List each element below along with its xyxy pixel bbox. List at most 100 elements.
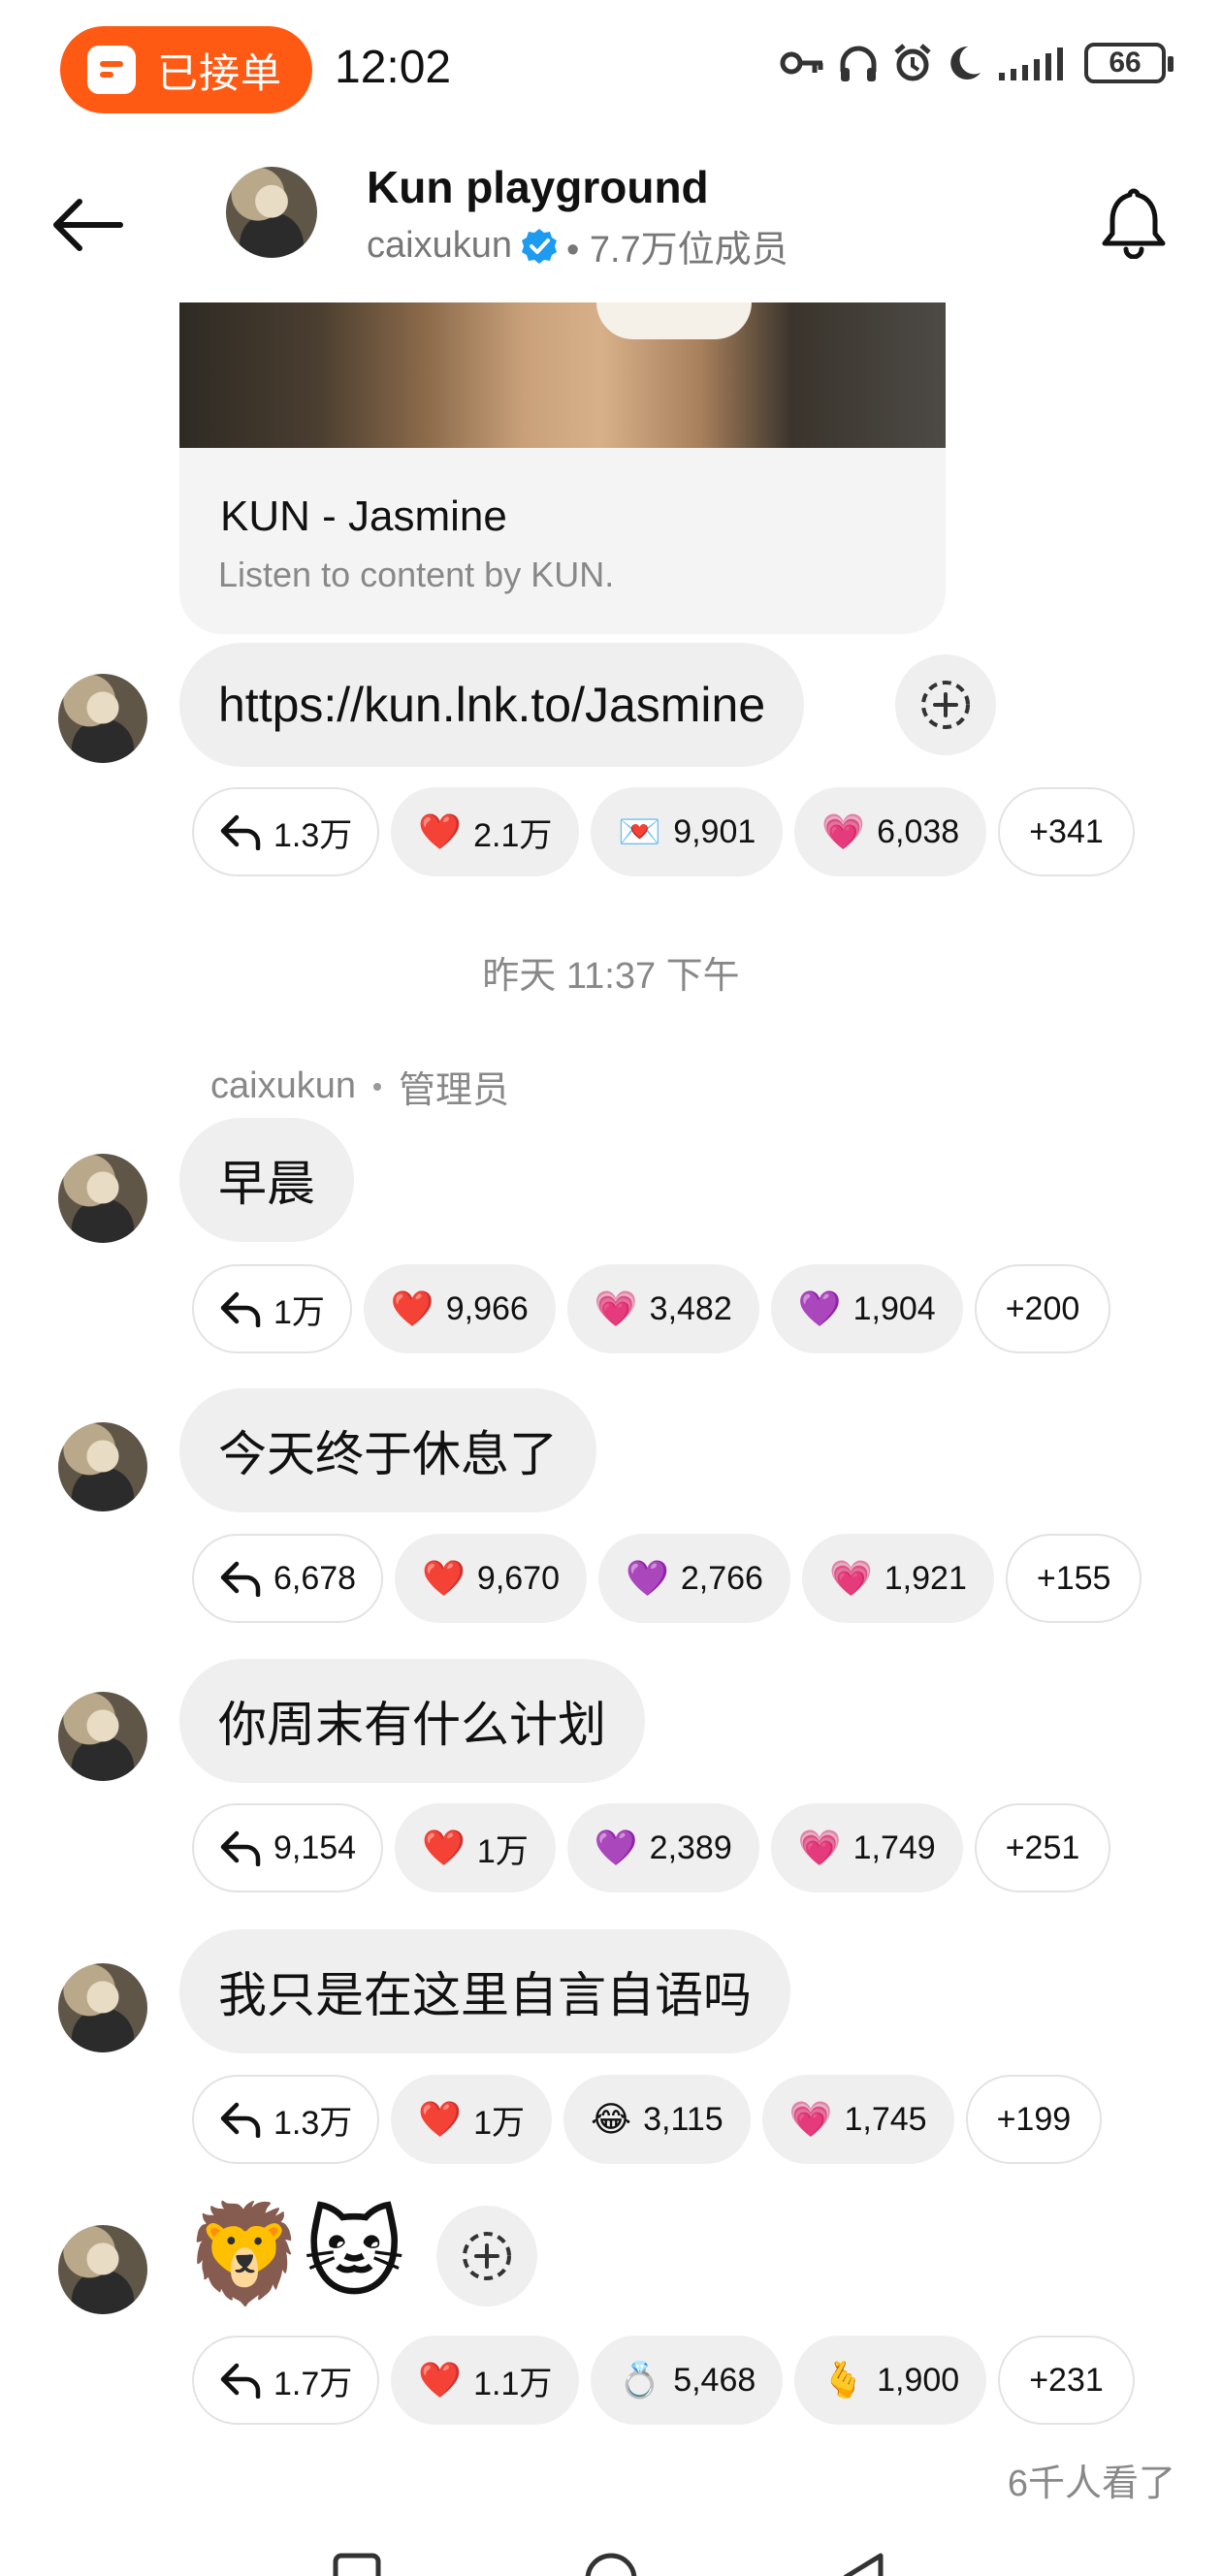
key-icon [780,51,823,75]
reply-count: 6,678 [273,1559,357,1597]
reaction-chip[interactable]: 💍 5,468 [591,2336,784,2425]
channel-subtitle: caixukun • 7.7万位成员 [367,219,788,272]
reply-icon [220,2102,261,2138]
laughing-emoji-icon: 😂 [591,2099,632,2139]
more-reactions-chip[interactable]: +231 [998,2336,1135,2425]
reaction-count: 1.1万 [473,2365,553,2402]
reply-count: 9,154 [273,1829,357,1866]
reaction-chip[interactable]: 💌 9,901 [591,787,784,876]
sender-name[interactable]: caixukun [210,1065,356,1107]
message-bubble[interactable]: 你周末有什么计划 [179,1659,645,1783]
separator-dot [372,1082,381,1091]
order-status-label: 已接单 [157,49,283,96]
back-button[interactable] [47,184,128,266]
sender-avatar[interactable] [58,1154,147,1243]
add-reaction-button[interactable] [895,654,996,755]
more-reactions-chip[interactable]: +200 [974,1264,1111,1353]
more-reactions-chip[interactable]: +341 [998,787,1135,876]
reaction-chip[interactable]: 😂 3,115 [563,2075,751,2164]
add-reaction-icon [921,681,970,729]
battery-icon: 66 [1084,43,1174,83]
reaction-chip[interactable]: ❤️ 1万 [391,2075,553,2164]
arrow-left-icon [53,199,123,251]
reaction-chip[interactable]: 💗 6,038 [794,787,987,876]
status-bar: 已接单 12:02 66 [0,0,1222,141]
home-icon[interactable] [582,2550,640,2576]
preview-title: KUN - Jasmine [220,493,507,540]
message-bubble[interactable]: 早晨 [179,1118,354,1242]
finger-heart-emoji-icon: 🫰 [821,2360,866,2400]
pink-heart-emoji-icon: 💗 [828,1558,873,1598]
reply-count-chip[interactable]: 1.3万 [192,787,380,876]
purple-heart-emoji-icon: 💜 [594,1828,638,1867]
reaction-chip[interactable]: 💜 1,904 [770,1264,963,1353]
chat-header: Kun playground caixukun • 7.7万位成员 [0,155,1222,301]
status-icons: 66 [780,43,1174,83]
reaction-count: 9,901 [673,812,756,850]
reaction-chip[interactable]: ❤️ 9,670 [395,1534,588,1623]
reaction-chip[interactable]: 💜 2,389 [566,1803,759,1892]
reply-count: 1万 [273,1293,325,1331]
reaction-chip[interactable]: 💜 2,766 [598,1534,790,1623]
reply-count: 1.7万 [273,2365,353,2402]
reaction-chip[interactable]: ❤️ 2.1万 [391,787,580,876]
order-status-pill[interactable]: 已接单 [60,26,312,113]
reply-count-chip[interactable]: 1.7万 [192,2336,380,2425]
reply-count-chip[interactable]: 6,678 [192,1534,384,1623]
reaction-count: 2,389 [649,1829,732,1866]
link-preview-card[interactable]: KUN - Jasmine Listen to content by KUN. [179,302,946,634]
reaction-chip[interactable]: 💗 1,921 [801,1534,994,1623]
reaction-count: 2.1万 [473,816,553,854]
add-reaction-button[interactable] [436,2206,537,2306]
more-reactions-chip[interactable]: +199 [965,2075,1103,2164]
reaction-count: 1,900 [877,2361,960,2399]
heart-emoji-icon: ❤️ [418,2360,463,2400]
channel-title[interactable]: Kun playground [367,161,709,213]
reply-count-chip[interactable]: 1万 [192,1264,352,1353]
message-bubble[interactable]: 今天终于休息了 [179,1388,596,1512]
reply-icon [220,1830,261,1866]
reaction-chip[interactable]: ❤️ 1.1万 [391,2336,580,2425]
reaction-chip[interactable]: 🫰 1,900 [794,2336,987,2425]
order-app-icon [87,46,136,94]
pink-heart-emoji-icon: 💗 [594,1288,638,1328]
recent-apps-icon[interactable] [330,2550,384,2576]
channel-avatar[interactable] [226,167,317,258]
reaction-chip[interactable]: 💗 3,482 [566,1264,759,1353]
pink-heart-emoji-icon: 💗 [797,1828,842,1867]
sender-avatar[interactable] [58,674,147,763]
sender-avatar[interactable] [58,1692,147,1781]
heart-emoji-icon: ❤️ [418,2099,463,2139]
reaction-chip[interactable]: ❤️ 9,966 [363,1264,556,1353]
alarm-icon [894,44,931,81]
signal-icon [999,48,1063,80]
cat-emoji-icon[interactable]: 🐱 [304,2206,404,2303]
more-reactions-chip[interactable]: +251 [974,1803,1111,1892]
reaction-chip[interactable]: 💗 1,749 [770,1803,963,1892]
reply-count-chip[interactable]: 9,154 [192,1803,384,1892]
reaction-count: 1万 [476,1832,529,1870]
reaction-row: 1.3万 ❤️ 1万 😂 3,115 💗 1,745 +199 [192,2075,1103,2164]
message-bubble[interactable]: 我只是在这里自言自语吗 [179,1929,790,2053]
sender-avatar[interactable] [58,1963,147,2052]
reply-icon [220,2363,261,2399]
heart-emoji-icon: ❤️ [422,1828,466,1867]
sender-avatar[interactable] [58,2225,147,2314]
ring-emoji-icon: 💍 [618,2360,662,2400]
more-reactions-chip[interactable]: +155 [1005,1534,1142,1623]
lion-emoji-icon[interactable]: 🦁 [184,2206,306,2303]
sender-avatar[interactable] [58,1422,147,1511]
notification-bell-button[interactable] [1090,178,1177,266]
bell-icon [1102,188,1166,259]
reaction-chip[interactable]: 💗 1,745 [761,2075,954,2164]
reply-count-chip[interactable]: 1.3万 [192,2075,380,2164]
add-reaction-icon [463,2232,511,2280]
reaction-count: 1,745 [844,2100,927,2138]
heart-emoji-icon: ❤️ [390,1288,434,1328]
back-nav-icon[interactable] [836,2550,890,2576]
reaction-row: 1万 ❤️ 9,966 💗 3,482 💜 1,904 +200 [192,1264,1111,1353]
message-bubble[interactable]: https://kun.lnk.to/Jasmine [179,643,805,767]
reaction-count: 1,921 [884,1559,967,1597]
reaction-chip[interactable]: ❤️ 1万 [395,1803,556,1892]
reaction-count: 2,766 [680,1559,763,1597]
